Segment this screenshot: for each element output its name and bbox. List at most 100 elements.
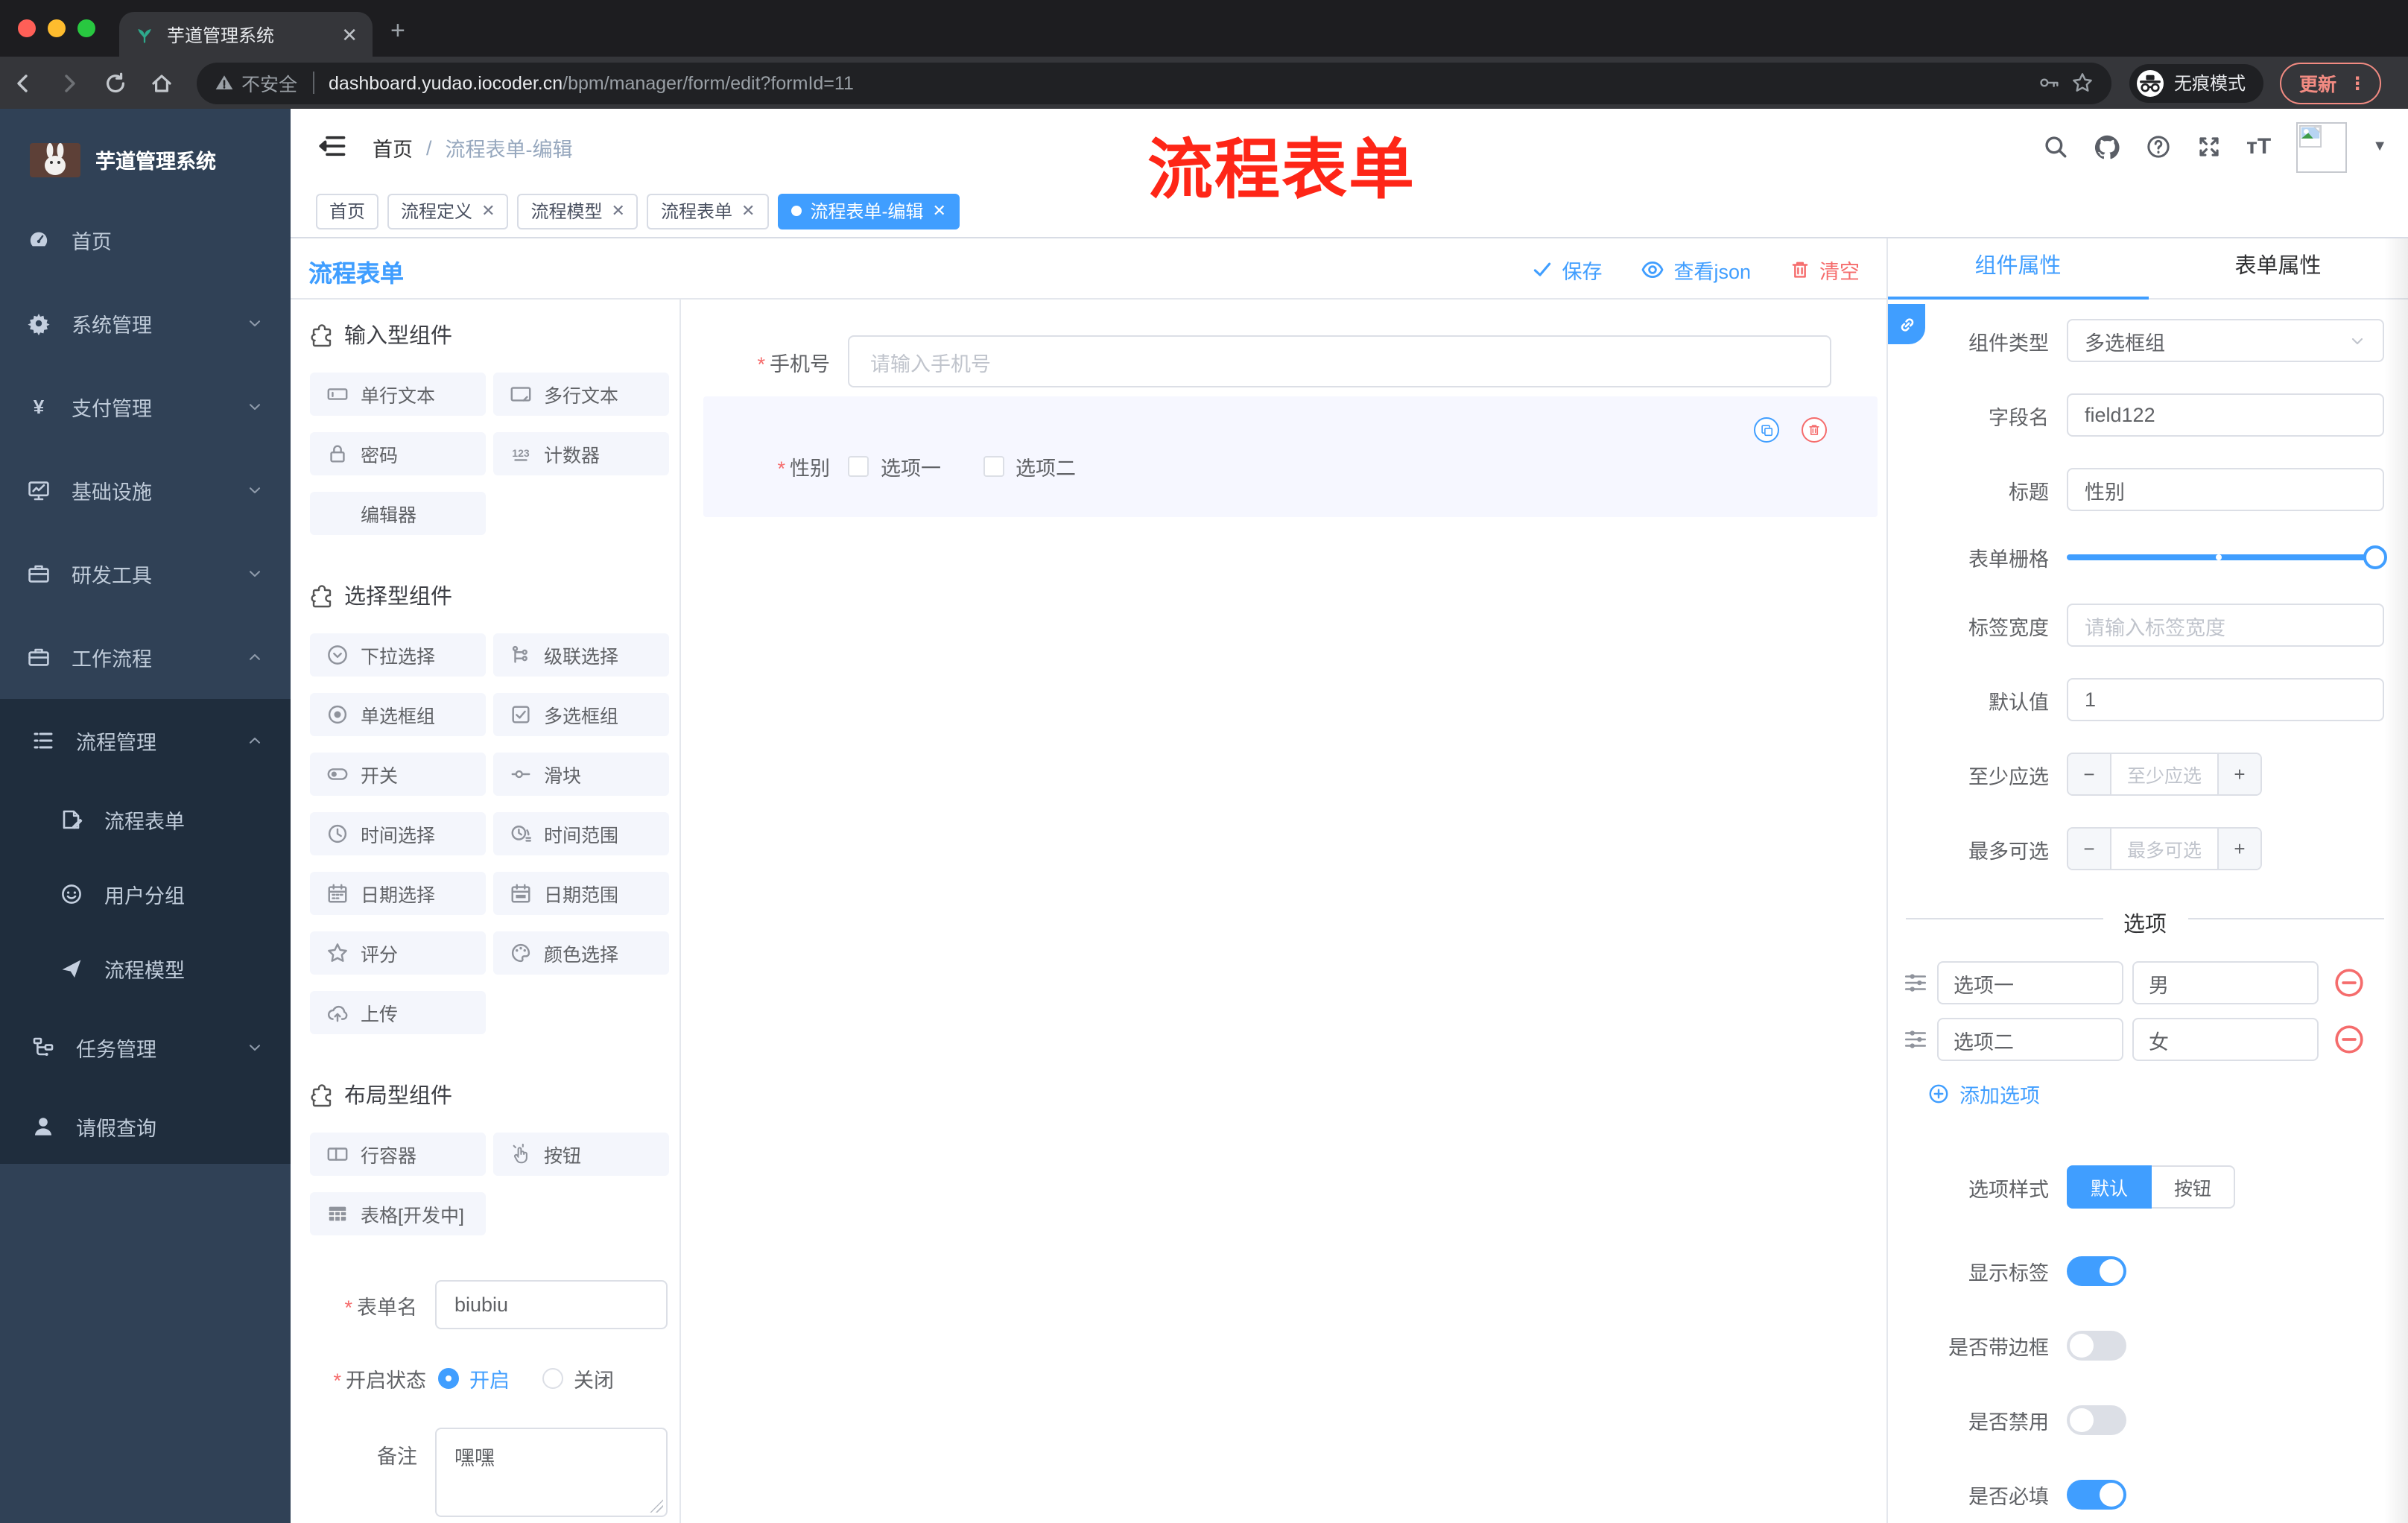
toggle-显示标签[interactable] (2067, 1256, 2126, 1286)
palette-item-下拉选择[interactable]: 下拉选择 (310, 633, 486, 677)
tab-component-props[interactable]: 组件属性 (1888, 238, 2148, 298)
link-corner-button[interactable] (1888, 304, 1925, 344)
phone-input[interactable]: 请输入手机号 (848, 335, 1831, 387)
palette-item-多选框组[interactable]: 多选框组 (493, 693, 669, 736)
label-width-input[interactable]: 请输入标签宽度 (2067, 604, 2384, 647)
palette-item-颜色选择[interactable]: 颜色选择 (493, 931, 669, 975)
gender-option-选项一[interactable]: 选项一 (848, 452, 941, 481)
drag-handle-icon[interactable] (1903, 1027, 1928, 1052)
palette-item-编辑器[interactable]: 编辑器 (310, 492, 486, 535)
sidebar-item-流程模型[interactable]: 流程模型 (0, 931, 291, 1006)
plus-button[interactable]: + (2219, 754, 2260, 794)
tab-form-props[interactable]: 表单属性 (2148, 238, 2408, 298)
form-name-input[interactable]: biubiu (435, 1280, 668, 1329)
sidebar-item-用户分组[interactable]: 用户分组 (0, 857, 291, 931)
home-icon[interactable] (139, 71, 185, 95)
reload-icon[interactable] (92, 71, 139, 95)
option-label-input[interactable]: 选项一 (1937, 961, 2123, 1004)
palette-item-上传[interactable]: 上传 (310, 991, 486, 1034)
palette-item-时间选择[interactable]: 时间选择 (310, 812, 486, 855)
min-select-stepper[interactable]: − 至少应选 + (2067, 753, 2262, 796)
toggle-是否带边框[interactable] (2067, 1331, 2126, 1361)
url-bar[interactable]: 不安全 dashboard.yudao.iocoder.cn/bpm/manag… (197, 62, 2111, 104)
sidebar-collapse-icon[interactable] (316, 131, 346, 161)
palette-item-级联选择[interactable]: 级联选择 (493, 633, 669, 677)
save-button[interactable]: 保存 (1532, 254, 1602, 284)
component-type-select[interactable]: 多选框组 (2067, 319, 2384, 362)
sidebar-item-流程管理[interactable]: 流程管理 (0, 699, 291, 782)
palette-item-单选框组[interactable]: 单选框组 (310, 693, 486, 736)
selected-gender-widget[interactable]: * 性别 选项一 选项二 (703, 396, 1878, 517)
sidebar-item-研发工具[interactable]: 研发工具 (0, 532, 291, 615)
palette-item-日期选择[interactable]: 日期选择 (310, 872, 486, 915)
minimize-window-button[interactable] (48, 19, 66, 37)
fullscreen-icon[interactable] (2196, 134, 2221, 159)
palette-item-多行文本[interactable]: 多行文本 (493, 373, 669, 416)
gender-option-选项二[interactable]: 选项二 (983, 452, 1076, 481)
sidebar-item-请假查询[interactable]: 请假查询 (0, 1089, 291, 1164)
form-remark-textarea[interactable]: 嘿嘿 (435, 1428, 668, 1517)
browser-tab[interactable]: 芋道管理系统 ✕ (119, 12, 373, 57)
tab-close-icon[interactable]: ✕ (932, 201, 945, 221)
grid-slider[interactable] (2067, 545, 2387, 569)
sidebar-item-任务管理[interactable]: 任务管理 (0, 1006, 291, 1089)
copy-widget-button[interactable] (1754, 417, 1779, 443)
font-size-icon[interactable]: ᴛT (2246, 134, 2271, 159)
remove-option-button[interactable] (2333, 967, 2365, 998)
avatar[interactable] (2296, 121, 2348, 172)
github-icon[interactable] (2093, 133, 2120, 160)
clear-button[interactable]: 清空 (1790, 254, 1860, 284)
forward-icon[interactable] (46, 71, 92, 95)
default-value-input[interactable]: 1 (2067, 678, 2384, 721)
palette-item-评分[interactable]: 评分 (310, 931, 486, 975)
checkbox[interactable] (983, 456, 1004, 477)
sidebar-item-支付管理[interactable]: ¥ 支付管理 (0, 365, 291, 449)
palette-item-开关[interactable]: 开关 (310, 753, 486, 796)
palette-item-日期范围[interactable]: 日期范围 (493, 872, 669, 915)
title-input[interactable]: 性别 (2067, 468, 2384, 511)
field-name-input[interactable]: field122 (2067, 393, 2384, 437)
status-off-radio[interactable]: 关闭 (542, 1364, 614, 1393)
style-button-button[interactable]: 按钮 (2152, 1165, 2236, 1209)
palette-item-按钮[interactable]: 按钮 (493, 1133, 669, 1176)
tab-close-icon[interactable]: ✕ (481, 201, 495, 221)
max-select-stepper[interactable]: − 最多可选 + (2067, 827, 2262, 870)
toggle-是否禁用[interactable] (2067, 1405, 2126, 1435)
add-option-button[interactable]: 添加选项 (1928, 1079, 2384, 1109)
sidebar-item-基础设施[interactable]: 基础设施 (0, 449, 291, 532)
option-value-input[interactable]: 女 (2132, 1018, 2319, 1061)
sidebar-logo[interactable]: 芋道管理系统 (0, 109, 291, 186)
breadcrumb-home[interactable]: 首页 (373, 133, 413, 162)
key-icon[interactable] (2038, 72, 2061, 94)
maximize-window-button[interactable] (77, 19, 95, 37)
new-tab-button[interactable]: + (390, 18, 405, 43)
checkbox[interactable] (848, 456, 869, 477)
status-on-radio[interactable]: 开启 (438, 1364, 510, 1393)
plus-button[interactable]: + (2219, 829, 2260, 869)
view-tab-流程表单-编辑[interactable]: 流程表单-编辑 ✕ (777, 193, 960, 229)
minus-button[interactable]: − (2068, 829, 2110, 869)
sidebar-item-流程表单[interactable]: 流程表单 (0, 782, 291, 857)
tab-close-icon[interactable]: ✕ (612, 201, 625, 221)
palette-item-滑块[interactable]: 滑块 (493, 753, 669, 796)
chevron-down-icon[interactable]: ▼ (2372, 139, 2387, 155)
back-icon[interactable] (0, 71, 46, 95)
tab-close-icon[interactable]: ✕ (341, 25, 358, 44)
sidebar-item-工作流程[interactable]: 工作流程 (0, 615, 291, 699)
palette-item-时间范围[interactable]: 时间范围 (493, 812, 669, 855)
remove-option-button[interactable] (2333, 1024, 2365, 1055)
sidebar-item-系统管理[interactable]: 系统管理 (0, 282, 291, 365)
view-tab-流程表单[interactable]: 流程表单 ✕ (647, 193, 769, 229)
help-icon[interactable] (2145, 134, 2170, 159)
view-tab-流程模型[interactable]: 流程模型 ✕ (517, 193, 639, 229)
toggle-是否必填[interactable] (2067, 1480, 2126, 1510)
bookmark-star-icon[interactable] (2071, 72, 2094, 94)
tab-close-icon[interactable]: ✕ (741, 201, 755, 221)
style-default-button[interactable]: 默认 (2067, 1165, 2152, 1209)
close-window-button[interactable] (18, 19, 36, 37)
kebab-menu-icon[interactable]: ⋮ (2348, 72, 2366, 93)
option-value-input[interactable]: 男 (2132, 961, 2319, 1004)
sidebar-item-首页[interactable]: 首页 (0, 198, 291, 282)
view-tab-首页[interactable]: 首页 (316, 193, 379, 229)
window-controls[interactable] (18, 19, 95, 37)
